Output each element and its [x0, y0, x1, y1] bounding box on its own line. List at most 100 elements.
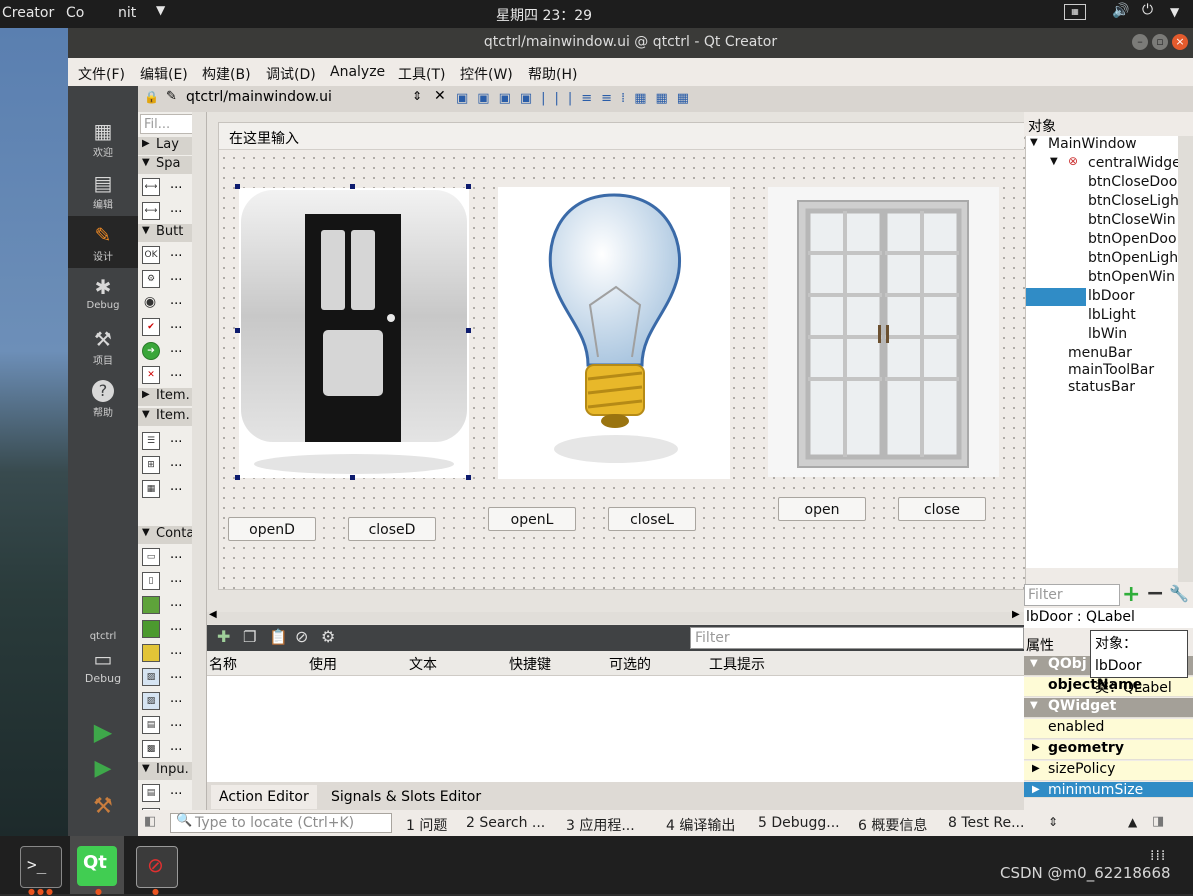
mode-design[interactable]: ✎ 设计 [68, 216, 138, 268]
widget-tab-widget[interactable]: ... [142, 618, 196, 640]
column-text[interactable]: 文本 [409, 654, 437, 674]
pane-selector-arrows-icon[interactable]: ⇕ [1048, 815, 1058, 829]
widget-combo-box[interactable]: ▤... [142, 782, 196, 804]
column-tooltip[interactable]: 工具提示 [709, 654, 765, 674]
btn-open-door[interactable]: openD [228, 517, 316, 541]
designer-app-icon[interactable]: ⊘ [136, 846, 178, 888]
menu-debug[interactable]: 调试(D) [266, 64, 316, 84]
mode-welcome[interactable]: ▦ 欢迎 [68, 120, 138, 164]
widget-push-button[interactable]: OK... [142, 244, 196, 266]
menu-build[interactable]: 构建(B) [202, 64, 251, 84]
menu-controls[interactable]: 控件(W) [460, 64, 513, 84]
column-shortcut[interactable]: 快捷键 [509, 654, 551, 674]
widget-tool-box[interactable]: ... [142, 594, 196, 616]
widget-list-widget[interactable]: ☰... [142, 430, 196, 452]
tree-item-btnclosewin[interactable]: btnCloseWin [1088, 212, 1176, 228]
widget-table-widget[interactable]: ▦... [142, 478, 196, 500]
widget-command-link[interactable]: ➔... [142, 340, 196, 362]
widget-check-box[interactable]: ✔... [142, 316, 196, 338]
close-document-icon[interactable]: ✕ [434, 88, 446, 104]
category-containers[interactable]: ▼ Conta [138, 526, 196, 544]
qt-creator-app-icon[interactable]: Qt [77, 846, 117, 886]
clock[interactable]: 星期四 23：29 [496, 5, 592, 25]
btn-close-win[interactable]: close [898, 497, 986, 521]
selection-handle[interactable] [466, 184, 471, 189]
widget-box-scrollbar[interactable] [192, 112, 206, 828]
minimize-button[interactable]: – [1132, 34, 1148, 50]
property-sizepolicy[interactable]: ▶ sizePolicy [1024, 761, 1193, 781]
scroll-right-icon[interactable]: ▶ [1012, 609, 1020, 620]
selection-handle[interactable] [350, 184, 355, 189]
selection-handle[interactable] [350, 475, 355, 480]
add-property-icon[interactable]: + [1122, 582, 1140, 607]
property-column-title[interactable]: 属性 [1026, 635, 1054, 655]
btn-open-light[interactable]: openL [488, 507, 576, 531]
run-button[interactable]: ▶ [68, 718, 138, 748]
column-used[interactable]: 使用 [309, 654, 337, 674]
mode-debug[interactable]: ✱ Debug [68, 276, 138, 320]
lbLight-picture[interactable] [498, 187, 730, 479]
menu-type-here-placeholder[interactable]: 在这里输入 [229, 128, 299, 148]
debug-run-button[interactable]: ▶ [68, 756, 138, 786]
selection-handle[interactable] [466, 475, 471, 480]
menu-file[interactable]: 文件(F) [78, 64, 125, 84]
category-item-widgets[interactable]: ▼ Item. [138, 408, 196, 426]
top-app-name[interactable]: Creator [2, 5, 54, 21]
mode-projects[interactable]: ⚒ 项目 [68, 328, 138, 372]
pane-test-results[interactable]: 8 Test Re... [948, 815, 1024, 831]
object-tree[interactable]: ▼ MainWindow ▼ ⊗ centralWidge btnCloseDo… [1026, 136, 1181, 568]
category-layouts[interactable]: ▶ Lay [138, 137, 196, 155]
tree-item-btnopendoor[interactable]: btnOpenDoo [1088, 231, 1177, 247]
mode-edit[interactable]: ▤ 编辑 [68, 172, 138, 216]
selection-handle[interactable] [235, 328, 240, 333]
expanded-arrow-icon[interactable]: ▼ [1050, 156, 1058, 167]
widget-group-box[interactable]: ▭... [142, 546, 196, 568]
property-filter-input[interactable]: Filter [1024, 584, 1120, 606]
object-tree-scrollbar[interactable] [1178, 136, 1193, 582]
widget-scroll-area[interactable]: ▯... [142, 570, 196, 592]
property-enabled[interactable]: enabled [1024, 719, 1193, 739]
action-table-body[interactable] [207, 676, 1024, 782]
open-file-name[interactable]: qtctrl/mainwindow.ui [186, 89, 332, 105]
tree-item-lbwin[interactable]: lbWin [1088, 326, 1127, 342]
action-filter-input[interactable]: Filter [690, 627, 1024, 649]
widget-tree-widget[interactable]: ⊞... [142, 454, 196, 476]
widget-stacked-widget[interactable]: ... [142, 642, 196, 664]
widget-dock-widget[interactable]: ▩... [142, 738, 196, 760]
tree-item-btnopenwin[interactable]: btnOpenWin [1088, 269, 1175, 285]
maximize-button[interactable]: ▫ [1152, 34, 1168, 50]
tree-item-btncloselight[interactable]: btnCloseLigh [1088, 193, 1179, 209]
btn-close-door[interactable]: closeD [348, 517, 436, 541]
mode-help[interactable]: ? 帮助 [68, 380, 138, 424]
widget-mdi-area[interactable]: ▤... [142, 714, 196, 736]
menu-edit[interactable]: 编辑(E) [140, 64, 188, 84]
menu-help[interactable]: 帮助(H) [528, 64, 577, 84]
category-spacers[interactable]: ▼ Spa [138, 156, 196, 174]
menu-analyze[interactable]: Analyze [330, 64, 385, 80]
build-hammer-button[interactable]: ⚒ [68, 794, 138, 824]
tree-item-menubar[interactable]: menuBar [1068, 345, 1132, 361]
btn-open-win[interactable]: open [778, 497, 866, 521]
toggle-sidebar-icon[interactable]: ◧ [144, 814, 156, 829]
property-geometry[interactable]: ▶ geometry [1024, 740, 1193, 760]
pane-general-messages[interactable]: 6 概要信息 [858, 815, 927, 835]
tree-item-mainwindow[interactable]: MainWindow [1048, 136, 1137, 152]
tree-item-lbdoor[interactable]: lbDoor [1088, 288, 1134, 304]
widget-radio-button[interactable]: ◉... [142, 292, 196, 314]
show-applications-icon[interactable]: ⁞⁞⁞ [1150, 849, 1166, 863]
property-minimumsize[interactable]: ▶ minimumSize [1024, 782, 1193, 798]
widget-frame[interactable]: ▨... [142, 666, 196, 688]
tree-item-btnopenlight[interactable]: btnOpenLigh [1088, 250, 1178, 266]
pane-compile-output[interactable]: 4 编译输出 [666, 815, 735, 835]
kit-selector[interactable]: qtctrl ▭ Debug [68, 631, 138, 701]
tab-signals-slots-editor[interactable]: Signals & Slots Editor [323, 785, 489, 809]
column-name[interactable]: 名称 [209, 654, 237, 674]
widget-filter-input[interactable]: Fil... [140, 114, 196, 134]
selection-handle[interactable] [235, 475, 240, 480]
category-input-widgets[interactable]: ▼ Inpu. [138, 762, 196, 780]
widget-widget[interactable]: ▨... [142, 690, 196, 712]
widget-tool-button[interactable]: ⚙... [142, 268, 196, 290]
pane-search[interactable]: 2 Search ... [466, 815, 545, 831]
pane-issues[interactable]: 1 问题 [406, 815, 447, 835]
category-buttons[interactable]: ▼ Butt [138, 224, 196, 242]
